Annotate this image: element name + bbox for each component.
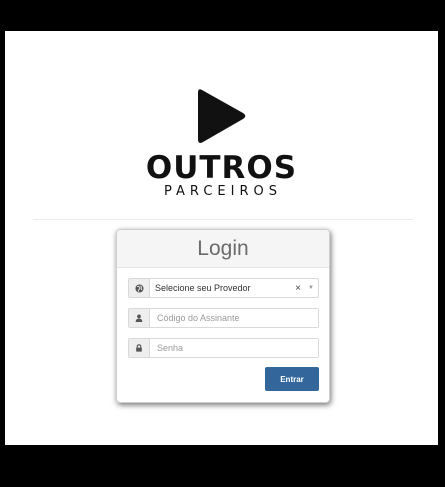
chevron-down-icon[interactable]: ▼ <box>304 285 318 291</box>
globe-icon <box>129 279 150 297</box>
subscriber-code-field <box>128 308 319 328</box>
play-icon <box>197 89 245 143</box>
subscriber-code-input[interactable] <box>150 309 318 327</box>
brand-logo: OUTROS PARCEIROS <box>5 86 438 200</box>
password-input[interactable] <box>150 339 318 357</box>
clear-icon[interactable]: × <box>292 283 304 294</box>
app-screen: OUTROS PARCEIROS Login Selecione seu Pro… <box>5 31 438 445</box>
password-field <box>128 338 319 358</box>
lock-icon <box>129 339 150 357</box>
login-header: Login <box>117 230 329 268</box>
login-panel: Login Selecione seu Provedor × ▼ Código … <box>116 229 330 403</box>
brand-name: OUTROS <box>145 150 298 186</box>
brand-tagline: PARCEIROS <box>164 184 282 199</box>
provider-select-value: Selecione seu Provedor <box>155 283 251 293</box>
login-button[interactable]: Entrar <box>265 367 319 391</box>
user-icon <box>129 309 150 327</box>
login-title: Login <box>197 237 249 260</box>
divider <box>33 219 413 220</box>
provider-select[interactable]: Selecione seu Provedor × ▼ <box>128 278 319 298</box>
